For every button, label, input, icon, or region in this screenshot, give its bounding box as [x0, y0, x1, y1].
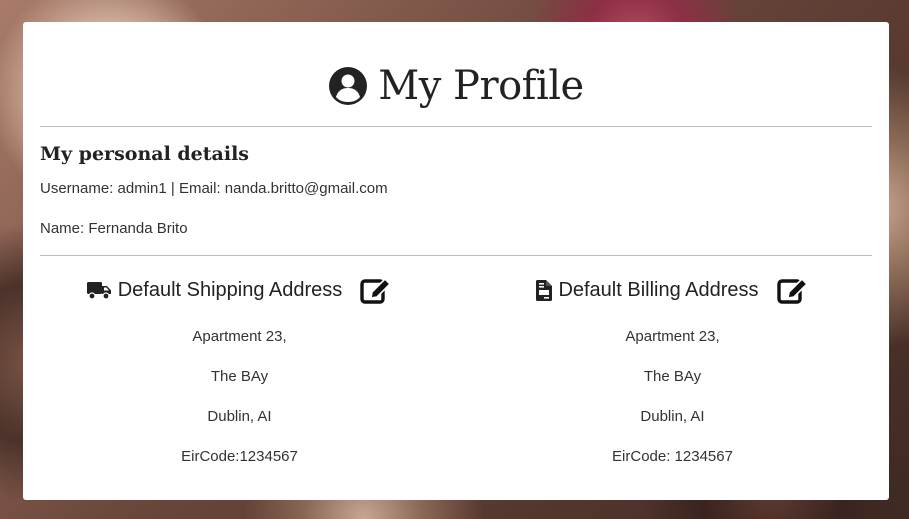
- account-info: Username: admin1 | Email: nanda.britto@g…: [40, 180, 388, 197]
- edit-shipping-button[interactable]: [360, 276, 392, 304]
- billing-line-1: Apartment 23,: [625, 328, 720, 345]
- billing-line-2: The BAy: [643, 368, 702, 385]
- invoice-icon: [536, 279, 553, 301]
- page-title: My Profile: [23, 60, 889, 112]
- billing-line-4: EirCode: 1234567: [612, 448, 733, 465]
- shipping-heading-text: Default Shipping Address: [117, 278, 343, 301]
- billing-heading-text: Default Billing Address: [558, 278, 759, 301]
- divider: [40, 126, 872, 127]
- edit-billing-button[interactable]: [776, 276, 809, 304]
- user-circle-icon: [328, 66, 368, 106]
- full-name: Name: Fernanda Brito: [40, 220, 188, 237]
- shipping-line-2: The BAy: [210, 368, 269, 385]
- shipping-address-heading: Default Shipping Address: [23, 274, 456, 306]
- personal-details-heading: My personal details: [40, 143, 249, 165]
- shipping-line-4: EirCode:1234567: [181, 448, 298, 465]
- billing-line-3: Dublin, AI: [640, 408, 705, 425]
- divider: [40, 255, 872, 256]
- shipping-line-1: Apartment 23,: [192, 328, 287, 345]
- billing-address-section: Default Billing Address Apartment 23, Th…: [456, 274, 889, 466]
- shipping-address-section: Default Shipping Address Apartment 23, T…: [23, 274, 456, 466]
- profile-card: My Profile My personal details Username:…: [23, 22, 889, 500]
- truck-icon: [86, 280, 112, 300]
- billing-address-heading: Default Billing Address: [456, 274, 889, 306]
- shipping-line-3: Dublin, AI: [207, 408, 272, 425]
- page-title-text: My Profile: [378, 63, 584, 109]
